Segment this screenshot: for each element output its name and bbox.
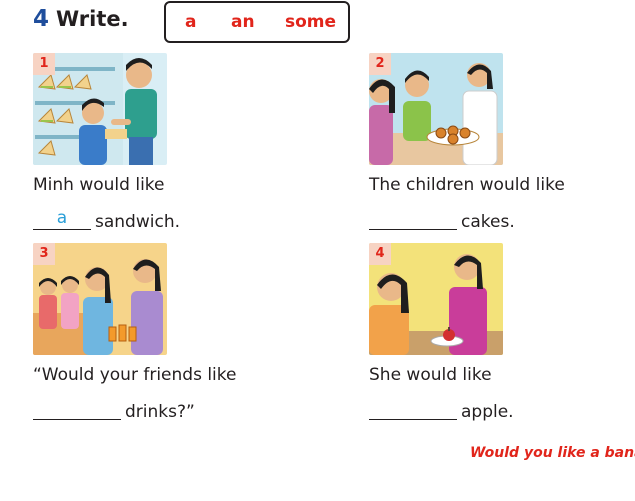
exercise-title: Write. — [56, 7, 129, 31]
word-box-word: some — [285, 12, 337, 32]
picture-number-badge: 3 — [33, 243, 55, 265]
word-box: a an some — [164, 1, 350, 43]
exercise-number: 4 — [33, 6, 50, 32]
sentence-text: Minh would like — [33, 175, 165, 195]
picture-children-cakes: 2 — [369, 53, 503, 165]
picture-girl-apple: 4 — [369, 243, 503, 355]
footer-heading: Would you like a bana — [470, 445, 635, 461]
answer-blank[interactable] — [369, 209, 457, 230]
word-box-word: a — [185, 12, 197, 32]
answer-blank[interactable] — [33, 399, 121, 420]
sentence-text: She would like — [369, 365, 492, 385]
continuation-text: drinks?” — [125, 402, 195, 422]
picture-sandwich-shop: 1 — [33, 53, 167, 165]
sentence-completion: a sandwich. — [33, 208, 180, 232]
sentence-completion: cakes. — [369, 209, 515, 232]
answer-blank[interactable] — [369, 399, 457, 420]
sentence-text: The children would like — [369, 175, 565, 195]
continuation-text: sandwich. — [95, 212, 180, 232]
picture-number-badge: 4 — [369, 243, 391, 265]
word-box-word: an — [231, 12, 255, 32]
sentence-completion: apple. — [369, 399, 514, 422]
continuation-text: cakes. — [461, 212, 515, 232]
answer-blank[interactable]: a — [33, 208, 91, 230]
sentence-text: “Would your friends like — [33, 365, 237, 385]
worksheet-page: 4 Write. a an some 1 2 3 4 Minh would li… — [0, 0, 635, 501]
picture-number-badge: 1 — [33, 53, 55, 75]
sentence-completion: drinks?” — [33, 399, 195, 422]
continuation-text: apple. — [461, 402, 514, 422]
answer-text: a — [56, 208, 68, 228]
picture-number-badge: 2 — [369, 53, 391, 75]
picture-friends-drinks: 3 — [33, 243, 167, 355]
